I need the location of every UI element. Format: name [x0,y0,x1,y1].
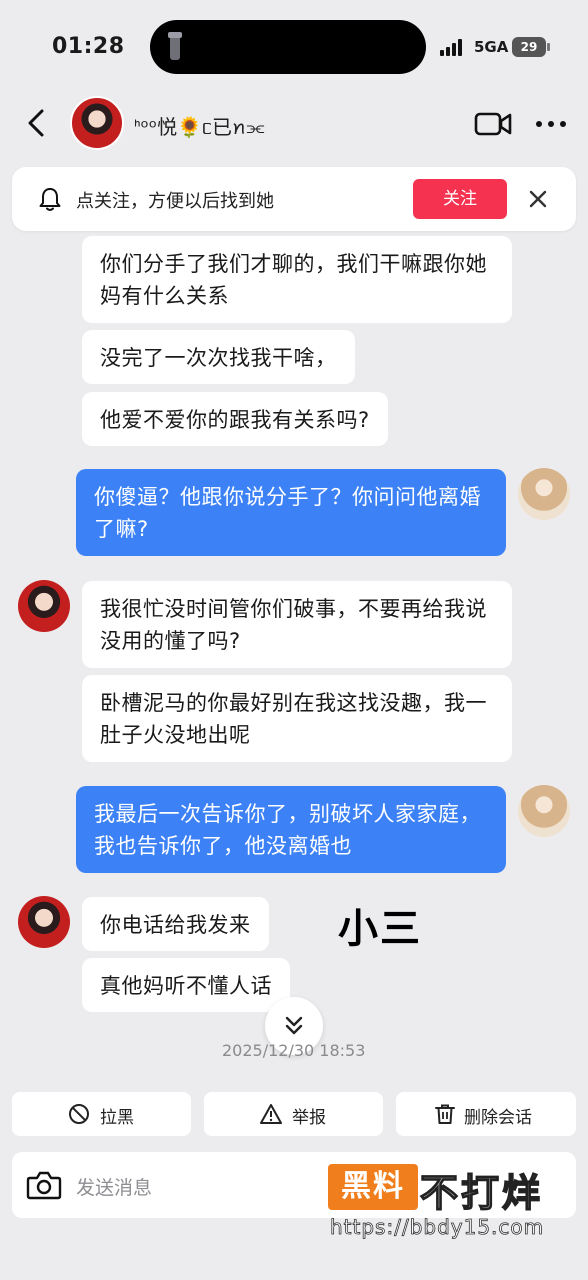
message-bubble-received[interactable]: 他爱不爱你的跟我有关系吗? [82,392,388,446]
follow-button[interactable]: 关注 [413,179,507,219]
message-input-placeholder[interactable]: 发送消息 [76,1173,152,1200]
block-label: 拉黑 [100,1108,134,1128]
message-bubble-received[interactable]: 你们分手了我们才聊的，我们干嘛跟你她妈有什么关系 [82,236,512,323]
contact-avatar[interactable] [70,96,124,150]
double-chevron-down-icon [285,1016,303,1035]
battery-indicator: 29 [512,37,550,57]
warning-icon [260,1104,282,1124]
block-button[interactable]: 拉黑 [12,1092,191,1136]
block-icon [69,1104,89,1124]
report-label: 举报 [292,1108,326,1128]
network-type: 5GA [474,38,509,56]
camera-icon[interactable] [26,1169,62,1201]
video-call-icon[interactable] [474,110,512,138]
flashlight-icon [168,32,182,60]
contact-message-avatar[interactable] [18,580,70,632]
trash-icon [435,1104,455,1124]
dynamic-island [150,20,426,74]
contact-name[interactable]: ᑋᵒᵒ悦🌻ᥴ已ꪀ⫘ [134,108,265,150]
status-time: 01:28 [52,34,125,59]
message-timestamp: 2025/12/30 18:53 [222,1041,366,1060]
follow-banner: 点关注，方便以后找到她 关注 [12,167,576,231]
follow-prompt: 点关注，方便以后找到她 [76,191,274,212]
annotation-text: 小三 [338,906,422,952]
close-icon[interactable] [526,187,550,211]
back-icon[interactable] [22,106,52,140]
bell-icon [39,188,61,211]
contact-message-avatar[interactable] [18,896,70,948]
message-bubble-received[interactable]: 你电话给我发来 [82,897,269,951]
chat-header: ᑋᵒᵒ悦🌻ᥴ已ꪀ⫘ [0,92,588,154]
status-bar: 01:28 5GA 29 [0,0,588,90]
my-avatar[interactable] [518,785,570,837]
signal-icon [440,38,466,56]
delete-chat-label: 删除会话 [464,1108,532,1128]
message-bubble-received[interactable]: 真他妈听不懂人话 [82,958,290,1012]
delete-chat-button[interactable]: 删除会话 [396,1092,576,1136]
message-bubble-received[interactable]: 我很忙没时间管你们破事，不要再给我说没用的懂了吗? [82,581,512,668]
watermark-badge: 黑料 [328,1164,418,1210]
message-bubble-sent[interactable]: 我最后一次告诉你了，别破坏人家家庭，我也告诉你了，他没离婚也 [76,786,506,873]
watermark-text: 不打烊 [419,1170,544,1216]
message-bubble-received[interactable]: 没完了一次次找我干啥， [82,330,355,384]
message-bubble-sent[interactable]: 你傻逼？他跟你说分手了？你问问他离婚了嘛? [76,469,506,556]
report-button[interactable]: 举报 [204,1092,383,1136]
my-avatar[interactable] [518,468,570,520]
message-bubble-received[interactable]: 卧槽泥马的你最好别在我这找没趣，我一肚子火没地出呢 [82,675,512,762]
more-icon[interactable] [534,110,568,138]
watermark-url: https://bbdy15.com [330,1215,545,1240]
